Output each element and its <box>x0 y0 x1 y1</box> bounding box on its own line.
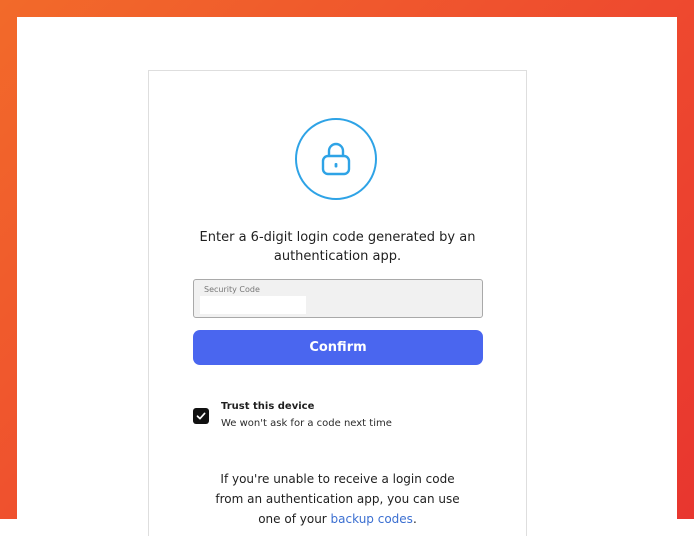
backup-line-3-suffix: . <box>412 512 417 526</box>
login-code-card: Enter a 6-digit login code generated by … <box>148 70 527 536</box>
backup-codes-message: If you're unable to receive a login code… <box>169 469 506 529</box>
trust-device-title: Trust this device <box>221 401 315 412</box>
instruction-line-2: authentication app. <box>273 249 402 264</box>
instruction-text: Enter a 6-digit login code generated by … <box>169 228 506 266</box>
security-code-input[interactable] <box>200 296 306 314</box>
trust-device-option[interactable]: Trust this device We won't ask for a cod… <box>193 401 483 435</box>
page-background: Enter a 6-digit login code generated by … <box>17 17 677 536</box>
trust-device-subtitle: We won't ask for a code next time <box>221 418 392 429</box>
confirm-button[interactable]: Confirm <box>193 330 483 365</box>
backup-line-3-prefix: one of your <box>258 512 331 526</box>
backup-line-1: If you're unable to receive a login code <box>220 472 455 486</box>
security-code-field[interactable]: Security Code <box>193 279 483 318</box>
instruction-line-1: Enter a 6-digit login code generated by … <box>199 230 476 245</box>
lock-badge <box>295 118 377 200</box>
backup-codes-link[interactable]: backup codes <box>331 512 413 526</box>
backup-line-3: one of your backup codes. <box>169 509 506 529</box>
backup-line-2: from an authentication app, you can use <box>215 492 460 506</box>
check-icon <box>196 412 206 420</box>
security-code-label: Security Code <box>204 285 260 294</box>
trust-device-checkbox[interactable] <box>193 408 209 424</box>
lock-icon <box>321 142 351 176</box>
